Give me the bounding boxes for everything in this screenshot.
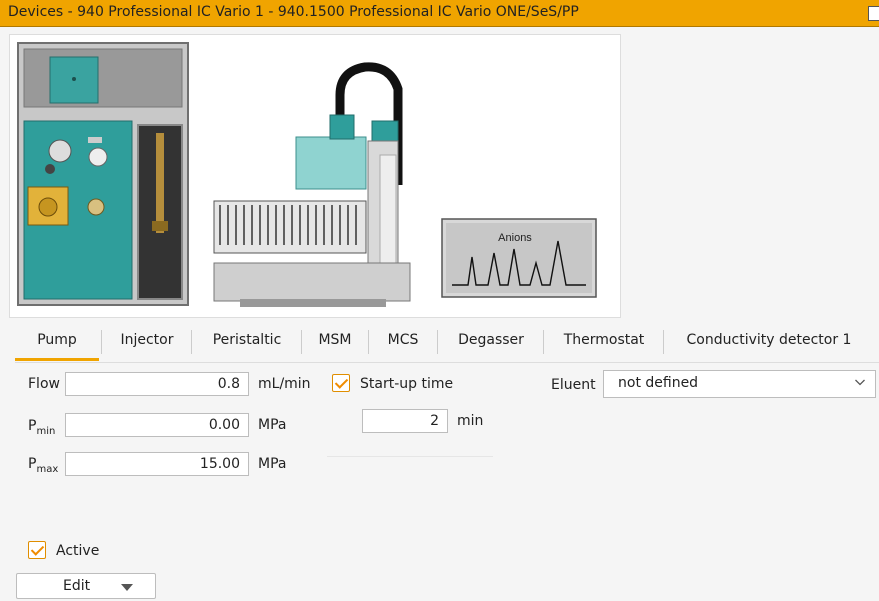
detector-label: Anions bbox=[498, 232, 532, 244]
pmax-label: Pmax bbox=[28, 456, 58, 475]
active-label: Active bbox=[56, 543, 100, 559]
window-control-icon[interactable] bbox=[868, 6, 879, 21]
window-title: Devices - 940 Professional IC Vario 1 - … bbox=[8, 4, 579, 20]
edit-button[interactable]: Edit bbox=[16, 573, 156, 599]
startup-time-label: Start-up time bbox=[360, 376, 454, 392]
startup-time-checkbox[interactable] bbox=[332, 374, 350, 392]
tab-divider bbox=[191, 330, 192, 354]
tab-peristaltic[interactable]: Peristaltic bbox=[195, 324, 299, 360]
tab-mcs[interactable]: MCS bbox=[371, 324, 435, 360]
eluent-label: Eluent bbox=[551, 377, 596, 393]
chevron-down-icon bbox=[855, 379, 865, 386]
pmin-unit: MPa bbox=[258, 417, 287, 433]
pmin-label: Pmin bbox=[28, 418, 55, 437]
edit-button-label: Edit bbox=[63, 578, 91, 594]
pmax-input[interactable]: 15.00 bbox=[65, 452, 249, 476]
pmax-label-sub: max bbox=[36, 463, 59, 475]
startup-time-unit: min bbox=[457, 413, 484, 429]
tab-label: MSM bbox=[318, 332, 352, 348]
flow-unit: mL/min bbox=[258, 376, 311, 392]
flow-label: Flow bbox=[28, 376, 60, 392]
pmin-label-sub: min bbox=[36, 425, 56, 437]
tab-pump[interactable]: Pump bbox=[15, 324, 99, 361]
tab-divider bbox=[101, 330, 102, 354]
tab-divider bbox=[368, 330, 369, 354]
detector-display-icon: Anions bbox=[441, 218, 597, 298]
tab-conductivity-detector-1[interactable]: Conductivity detector 1 bbox=[667, 324, 871, 360]
device-image-panel: Anions bbox=[9, 34, 621, 318]
eluent-select[interactable]: not defined bbox=[603, 370, 876, 398]
tab-label: Peristaltic bbox=[212, 332, 282, 348]
tab-thermostat[interactable]: Thermostat bbox=[547, 324, 661, 360]
tab-degasser[interactable]: Degasser bbox=[441, 324, 541, 360]
tab-label: Injector bbox=[120, 332, 174, 348]
tab-label: Degasser bbox=[458, 332, 524, 348]
eluent-value: not defined bbox=[618, 375, 699, 391]
tab-injector[interactable]: Injector bbox=[105, 324, 189, 360]
title-bar: Devices - 940 Professional IC Vario 1 - … bbox=[0, 0, 879, 27]
dropdown-arrow-icon bbox=[121, 584, 133, 591]
tab-label: MCS bbox=[387, 332, 419, 348]
tab-divider bbox=[663, 330, 664, 354]
device-illustration: Anions bbox=[17, 42, 597, 307]
autosampler-icon bbox=[213, 62, 411, 307]
pmax-unit: MPa bbox=[258, 456, 287, 472]
tab-label: Conductivity detector 1 bbox=[686, 332, 852, 348]
pmin-input[interactable]: 0.00 bbox=[65, 413, 249, 437]
ic-cabinet-icon bbox=[17, 42, 189, 306]
tab-divider bbox=[301, 330, 302, 354]
tab-divider bbox=[543, 330, 544, 354]
section-divider bbox=[327, 456, 493, 457]
flow-input[interactable]: 0.8 bbox=[65, 372, 249, 396]
active-checkbox[interactable] bbox=[28, 541, 46, 559]
tab-label: Pump bbox=[37, 332, 77, 348]
tab-label: Thermostat bbox=[563, 332, 645, 348]
tab-msm[interactable]: MSM bbox=[305, 324, 365, 360]
startup-time-input[interactable]: 2 bbox=[362, 409, 448, 433]
tab-divider bbox=[437, 330, 438, 354]
device-tabs: Pump Injector Peristaltic MSM MCS Degass… bbox=[15, 324, 879, 363]
